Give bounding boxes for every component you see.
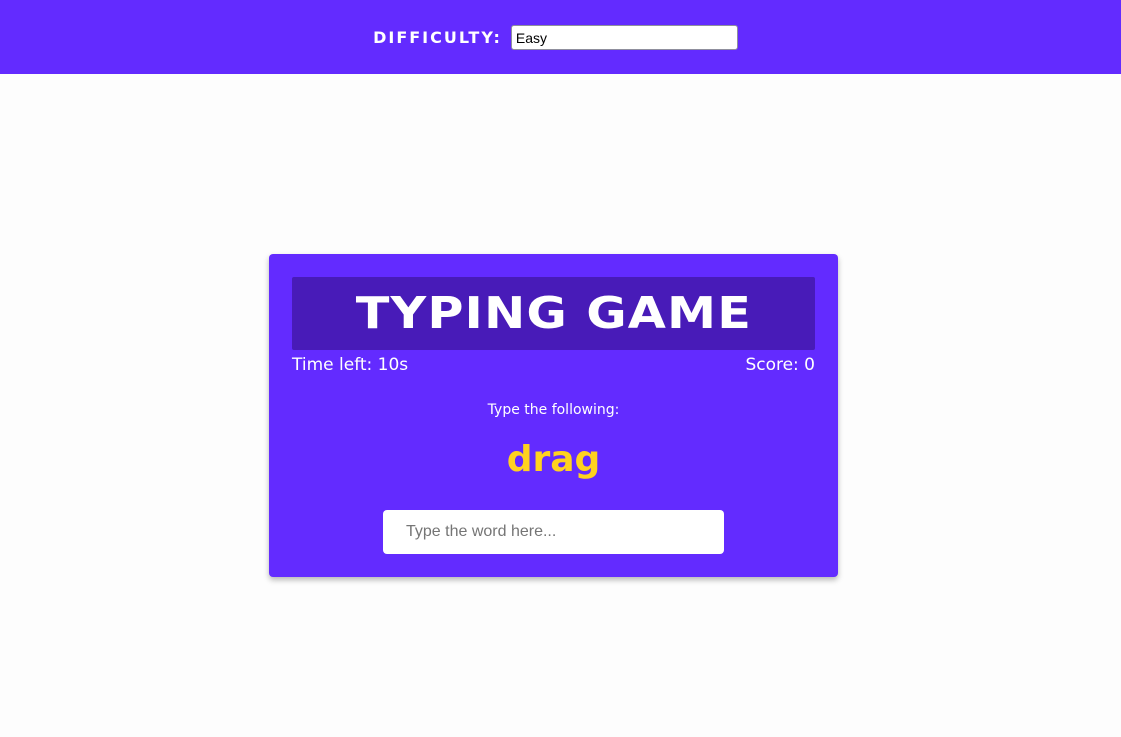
instruction-text: Type the following: [487,402,620,418]
game-title: TYPING GAME [355,288,752,339]
word-input[interactable] [383,510,724,554]
time-left: Time left: 10s [292,355,409,375]
game-card: TYPING GAME Time left: 10s Score: 0 Type… [269,254,838,577]
difficulty-select[interactable]: Easy [510,24,738,50]
settings-bar: DIFFICULTY: Easy [0,0,1121,74]
title-banner: TYPING GAME [292,277,815,350]
difficulty-control: DIFFICULTY: Easy [373,24,738,50]
score: Score: 0 [745,355,815,375]
difficulty-label: DIFFICULTY: [373,27,502,47]
target-word: drag [506,439,601,480]
